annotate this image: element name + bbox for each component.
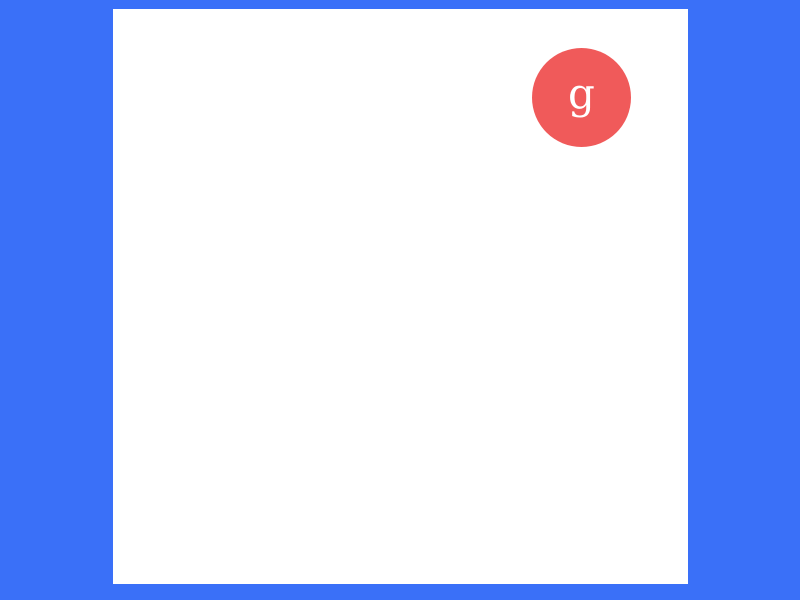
content-panel: g xyxy=(113,9,688,584)
account-avatar-button[interactable]: g xyxy=(532,48,631,147)
page-background: { "colors": { "page_background": "#3a70f… xyxy=(0,0,800,600)
avatar-letter: g xyxy=(568,68,595,118)
